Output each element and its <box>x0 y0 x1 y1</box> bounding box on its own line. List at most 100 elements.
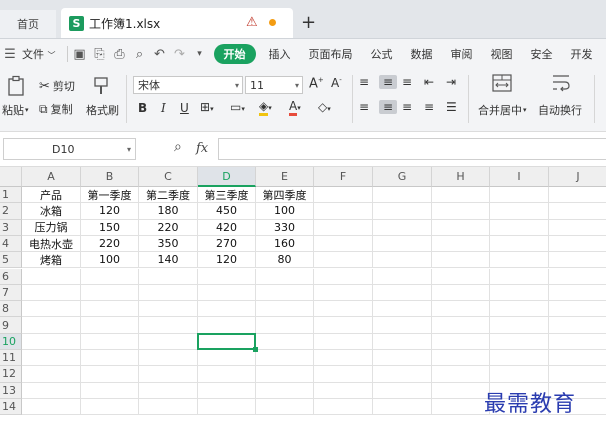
cell-e4[interactable]: 160 <box>256 235 314 253</box>
menu-data[interactable]: 数据 <box>402 46 442 62</box>
font-size-select[interactable]: 11 ▾ <box>245 76 303 94</box>
cell-h2[interactable] <box>432 203 490 220</box>
cell-b4[interactable]: 220 <box>81 235 139 253</box>
cell-c7[interactable] <box>139 284 198 302</box>
cut-button[interactable]: ✂ 剪切 <box>39 78 75 94</box>
cell-a3[interactable]: 压力锅 <box>22 219 81 236</box>
name-box[interactable]: D10 ▾ <box>3 138 136 160</box>
cell-e13[interactable] <box>256 382 314 399</box>
cell-a5[interactable]: 烤箱 <box>22 252 81 269</box>
cell-a6[interactable] <box>22 268 81 285</box>
wrap-text-icon[interactable] <box>550 73 572 93</box>
menu-view[interactable]: 视图 <box>482 46 522 62</box>
cell-g11[interactable] <box>373 350 432 367</box>
cell-b9[interactable] <box>81 317 139 334</box>
cell-g13[interactable] <box>373 382 432 399</box>
cell-j3[interactable] <box>549 220 606 236</box>
cell-a4[interactable]: 电热水壶 <box>22 235 81 253</box>
row-header-13[interactable]: 13 <box>0 382 22 399</box>
paste-icon[interactable] <box>6 75 26 97</box>
cell-i2[interactable] <box>490 203 549 220</box>
menu-security[interactable]: 安全 <box>522 46 562 62</box>
cell-g8[interactable] <box>373 301 432 318</box>
column-header-e[interactable]: E <box>256 167 314 187</box>
menu-formulas[interactable]: 公式 <box>362 46 402 62</box>
cell-d14[interactable] <box>198 398 256 416</box>
cell-c5[interactable]: 140 <box>139 252 198 269</box>
cell-f12[interactable] <box>314 366 373 383</box>
copy-button[interactable]: ⧉ 复制 <box>39 101 73 117</box>
bold-button[interactable]: B <box>138 101 147 115</box>
cell-d7[interactable] <box>198 284 256 302</box>
cell-c4[interactable]: 350 <box>139 235 198 253</box>
cell-a12[interactable] <box>22 366 81 383</box>
cell-g5[interactable] <box>373 252 432 269</box>
cell-i3[interactable] <box>490 219 549 236</box>
cell-g9[interactable] <box>373 317 432 334</box>
align-middle-icon[interactable]: ≡ <box>379 75 397 89</box>
cell-j1[interactable] <box>549 187 606 204</box>
cell-c11[interactable] <box>139 350 198 367</box>
cell-i12[interactable] <box>490 366 549 383</box>
cell-f4[interactable] <box>314 235 373 253</box>
row-header-12[interactable]: 12 <box>0 366 22 383</box>
redo-icon[interactable]: ↷ <box>170 47 190 62</box>
cell-a11[interactable] <box>22 350 81 367</box>
cell-e7[interactable] <box>256 284 314 302</box>
cell-h1[interactable] <box>432 187 490 204</box>
cell-a2[interactable]: 冰箱 <box>22 203 81 220</box>
warning-icon[interactable]: ⚠ <box>246 15 258 30</box>
format-painter-icon[interactable] <box>92 76 110 96</box>
cell-e3[interactable]: 330 <box>256 219 314 236</box>
cell-a14[interactable] <box>22 398 81 416</box>
row-header-7[interactable]: 7 <box>0 284 22 302</box>
cell-b11[interactable] <box>81 350 139 367</box>
new-tab-button[interactable]: + <box>301 12 316 33</box>
cell-e1[interactable]: 第四季度 <box>256 187 314 204</box>
align-bottom-icon[interactable]: ≡ <box>402 75 412 89</box>
cell-f7[interactable] <box>314 284 373 302</box>
cell-c1[interactable]: 第二季度 <box>139 187 198 204</box>
wrap-text-label[interactable]: 自动换行 <box>538 102 582 118</box>
cell-e10[interactable] <box>256 333 314 350</box>
distributed-align-icon[interactable]: ☰ <box>446 100 457 114</box>
increase-indent-icon[interactable]: ⇥ <box>446 75 456 89</box>
cell-h10[interactable] <box>432 333 490 350</box>
cell-e11[interactable] <box>256 350 314 367</box>
borders-icon[interactable]: ⊞▾ <box>200 100 214 114</box>
cell-b3[interactable]: 150 <box>81 219 139 236</box>
cell-h4[interactable] <box>432 235 490 253</box>
cell-a9[interactable] <box>22 317 81 334</box>
cell-g6[interactable] <box>373 268 432 285</box>
column-header-f[interactable]: F <box>314 167 373 187</box>
cell-j2[interactable] <box>549 203 606 220</box>
cell-c2[interactable]: 180 <box>139 203 198 220</box>
row-header-2[interactable]: 2 <box>0 203 22 220</box>
cell-i7[interactable] <box>490 284 549 302</box>
cell-b14[interactable] <box>81 398 139 416</box>
cell-c3[interactable]: 220 <box>139 219 198 236</box>
cell-f6[interactable] <box>314 268 373 285</box>
cell-e8[interactable] <box>256 301 314 318</box>
cell-h7[interactable] <box>432 284 490 302</box>
cell-i11[interactable] <box>490 350 549 367</box>
column-header-i[interactable]: I <box>490 167 549 187</box>
font-name-select[interactable]: 宋体 ▾ <box>133 76 243 94</box>
cell-g4[interactable] <box>373 235 432 253</box>
tab-home[interactable]: 首页 <box>0 10 56 38</box>
cell-f10[interactable] <box>314 333 373 350</box>
cell-a13[interactable] <box>22 382 81 399</box>
cell-j4[interactable] <box>549 236 606 253</box>
cell-d8[interactable] <box>198 301 256 318</box>
cell-d5[interactable]: 120 <box>198 252 256 269</box>
column-header-c[interactable]: C <box>139 167 198 187</box>
fill-color-icon[interactable]: ◈▾ <box>259 99 272 116</box>
cell-c14[interactable] <box>139 398 198 416</box>
cell-b13[interactable] <box>81 382 139 399</box>
cell-e2[interactable]: 100 <box>256 203 314 220</box>
row-header-1[interactable]: 1 <box>0 187 22 204</box>
cell-f2[interactable] <box>314 203 373 220</box>
menu-developer[interactable]: 开发 <box>562 46 602 62</box>
clear-format-icon[interactable]: ◇▾ <box>318 100 331 114</box>
cell-e5[interactable]: 80 <box>256 252 314 269</box>
